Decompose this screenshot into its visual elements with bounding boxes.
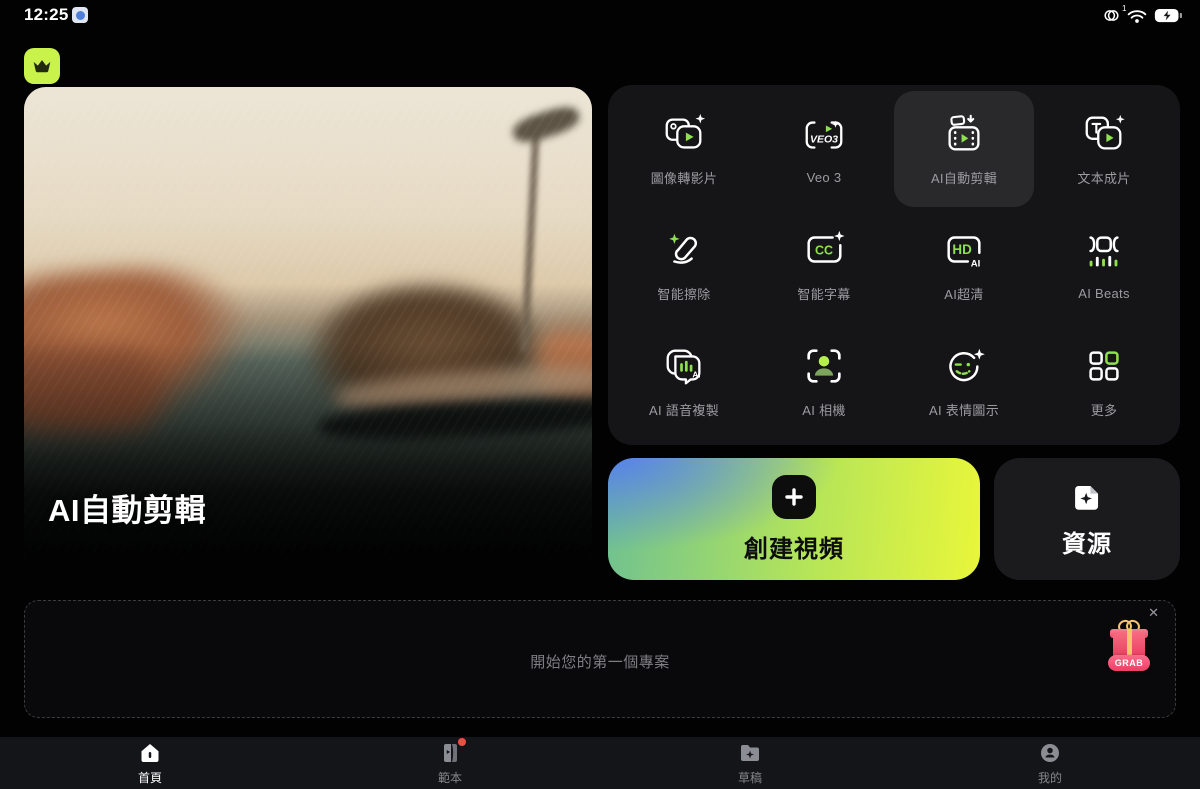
tool-image-to-video[interactable]: 圖像轉影片 [614, 91, 754, 207]
veo3-icon: VEO3 [801, 113, 847, 159]
gift-grab-button[interactable]: GRAB [1107, 619, 1151, 677]
tool-label: AI 表情圖示 [929, 400, 999, 419]
wifi-superscript: 1 [1122, 4, 1126, 13]
nav-drafts[interactable]: 草稿 [600, 737, 900, 789]
tool-ai-beats[interactable]: AI Beats [1034, 207, 1174, 323]
tool-label: AI Beats [1078, 286, 1130, 301]
ai-emoji-icon [941, 343, 987, 389]
tool-label: 更多 [1091, 400, 1118, 419]
first-project-placeholder: 開始您的第一個專案 [25, 651, 1175, 672]
smart-eraser-icon [661, 227, 707, 273]
tool-veo3[interactable]: VEO3 Veo 3 [754, 91, 894, 207]
text-to-video-icon [1081, 111, 1127, 157]
nav-templates[interactable]: 範本 [300, 737, 600, 789]
plus-icon [772, 475, 816, 519]
create-video-button[interactable]: 創建視頻 [608, 458, 980, 580]
tool-label: 智能字幕 [797, 284, 850, 303]
notification-dot [458, 738, 466, 746]
vip-crown-logo[interactable] [24, 48, 60, 84]
tool-ai-camera[interactable]: AI 相機 [754, 323, 894, 439]
svg-text:CC: CC [815, 243, 833, 257]
nav-profile[interactable]: 我的 [900, 737, 1200, 789]
ai-camera-icon [801, 343, 847, 389]
svg-text:AI: AI [971, 258, 981, 269]
templates-icon [436, 740, 464, 766]
tool-label: AI超清 [944, 284, 983, 303]
drafts-folder-icon [736, 740, 764, 766]
status-bar: 12:25 1 [0, 0, 1200, 32]
tool-label: Veo 3 [807, 170, 842, 185]
tool-label: AI自動剪輯 [931, 168, 997, 187]
battery-charging-icon [1154, 8, 1182, 23]
tool-label: 智能擦除 [657, 284, 710, 303]
profile-icon [1036, 740, 1064, 766]
tool-ai-auto-cut[interactable]: AI自動剪輯 [894, 91, 1034, 207]
grab-badge: GRAB [1108, 655, 1150, 671]
tool-ai-hd[interactable]: HD AI AI超清 [894, 207, 1034, 323]
wifi-icon: 1 [1127, 8, 1147, 24]
featured-banner-card[interactable]: AI自動剪輯 [24, 87, 592, 579]
tool-ai-voice-clone[interactable]: AI AI 語音複製 [614, 323, 754, 439]
smart-captions-icon: CC [801, 227, 847, 273]
nav-label: 範本 [438, 769, 462, 786]
ai-auto-cut-icon [941, 111, 987, 157]
resources-button[interactable]: 資源 [994, 458, 1180, 580]
home-icon [136, 740, 164, 766]
tool-text-to-video[interactable]: 文本成片 [1034, 91, 1174, 207]
clock: 12:25 [24, 5, 68, 25]
ai-hd-icon: HD AI [941, 227, 987, 273]
nav-label: 首頁 [138, 769, 162, 786]
close-icon[interactable]: ✕ [1148, 606, 1159, 619]
nav-label: 草稿 [738, 769, 762, 786]
ai-voice-clone-icon: AI [661, 343, 707, 389]
tool-more[interactable]: 更多 [1034, 323, 1174, 439]
app-screen: 12:25 1 [0, 0, 1200, 789]
create-video-label: 創建視頻 [744, 529, 844, 564]
ai-tools-grid: 圖像轉影片 VEO3 Veo 3 [608, 85, 1180, 445]
tool-label: AI 語音複製 [649, 400, 719, 419]
tool-label: 圖像轉影片 [651, 168, 718, 187]
featured-banner-title: AI自動剪輯 [48, 485, 206, 530]
first-project-banner[interactable]: 開始您的第一個專案 ✕ GRAB [24, 600, 1176, 718]
tool-label: AI 相機 [802, 400, 845, 419]
tool-smart-eraser[interactable]: 智能擦除 [614, 207, 754, 323]
svg-text:VEO3: VEO3 [810, 134, 838, 146]
volte-icon [1103, 7, 1120, 24]
nav-label: 我的 [1038, 769, 1062, 786]
resources-label: 資源 [1062, 524, 1112, 559]
tool-ai-emoji[interactable]: AI 表情圖示 [894, 323, 1034, 439]
sticker-sparkle-icon [1070, 480, 1104, 514]
ai-beats-icon [1081, 229, 1127, 275]
nav-home[interactable]: 首頁 [0, 737, 300, 789]
bottom-nav: 首頁 範本 草稿 [0, 737, 1200, 789]
svg-text:AI: AI [692, 371, 700, 380]
notification-app-icon [72, 7, 88, 23]
svg-text:HD: HD [952, 242, 972, 257]
tool-smart-captions[interactable]: CC 智能字幕 [754, 207, 894, 323]
image-to-video-icon [661, 111, 707, 157]
more-icon [1081, 343, 1127, 389]
tool-label: 文本成片 [1077, 168, 1130, 187]
